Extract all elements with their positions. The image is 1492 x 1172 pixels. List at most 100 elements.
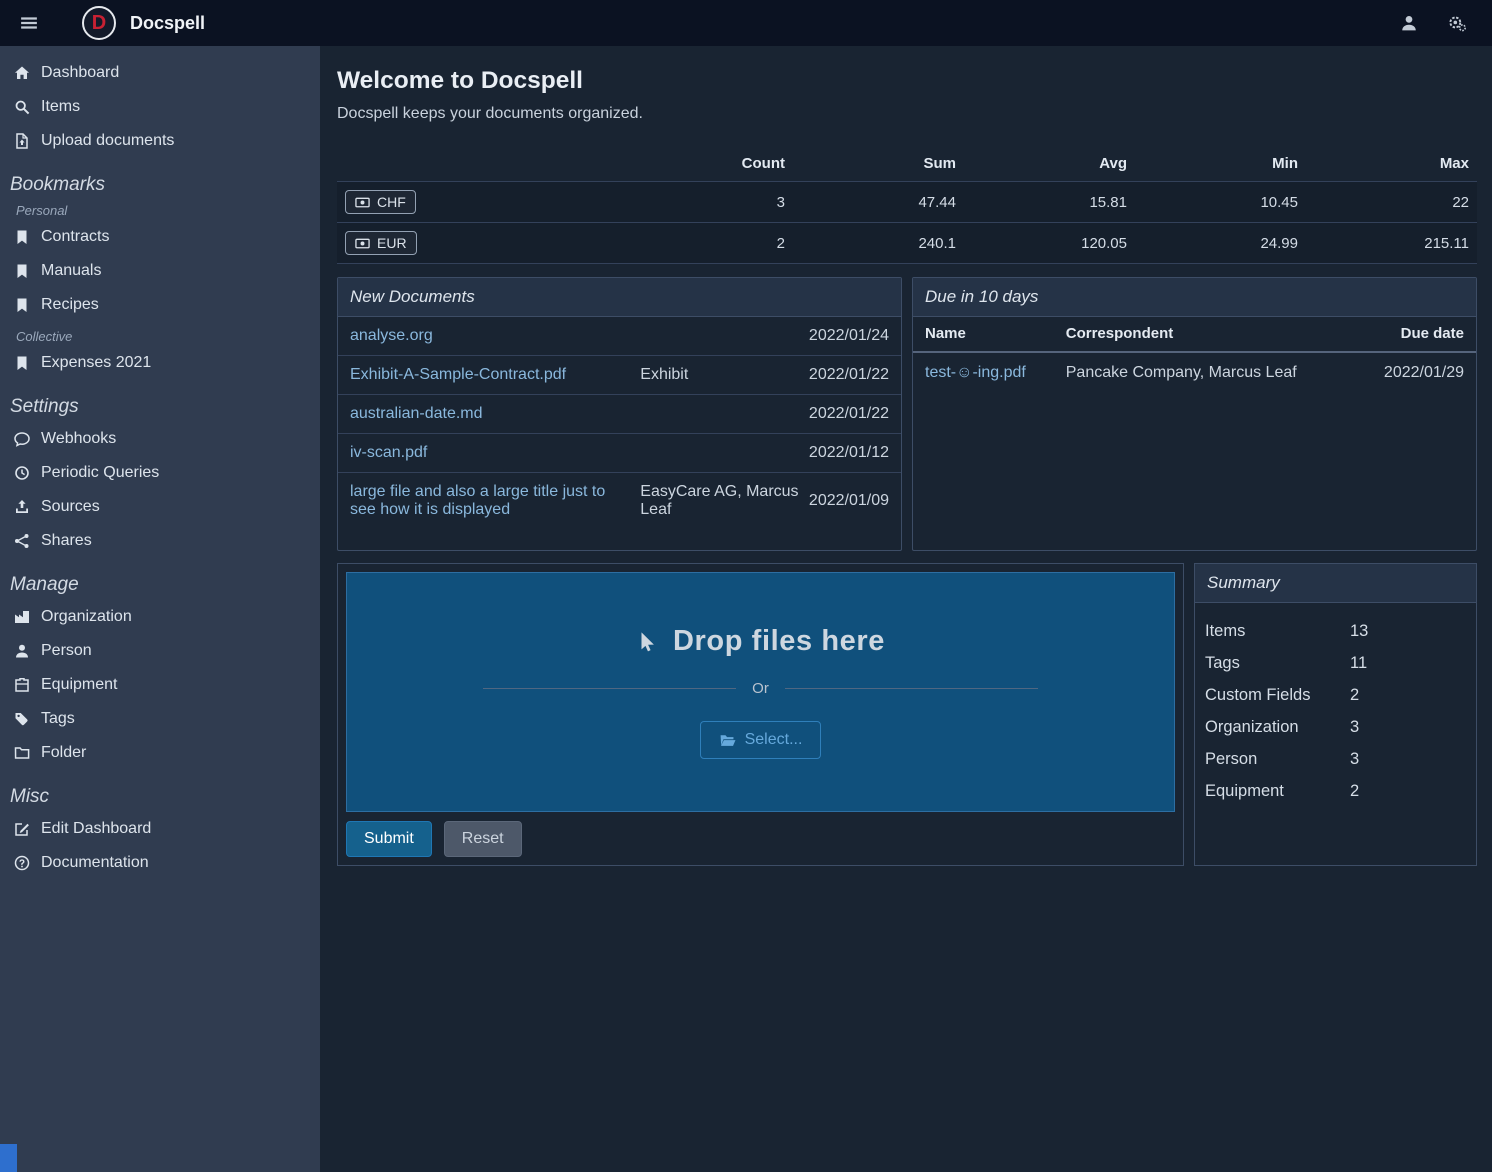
hamburger-icon: [20, 14, 38, 32]
new-documents-list: analyse.org 2022/01/24 Exhibit-A-Sample-…: [338, 317, 901, 529]
sidebar-item-webhooks[interactable]: Webhooks: [0, 422, 320, 456]
summary-row-person: Person 3: [1203, 743, 1468, 775]
document-link[interactable]: australian-date.md: [350, 405, 630, 423]
stat-count: 2: [622, 223, 793, 264]
sidebar-item-expenses-2021[interactable]: Expenses 2021: [0, 346, 320, 380]
due-panel: Due in 10 days Name Correspondent Due da…: [912, 277, 1477, 551]
summary-label: Organization: [1205, 711, 1350, 743]
currency-code: EUR: [377, 235, 407, 251]
comment-icon: [14, 431, 30, 447]
document-link[interactable]: analyse.org: [350, 327, 630, 345]
folder-open-icon: [719, 732, 736, 749]
summary-title: Summary: [1195, 564, 1476, 603]
document-link[interactable]: large file and also a large title just t…: [350, 483, 630, 519]
summary-list: Items 13 Tags 11 Custom Fields 2 Organ: [1195, 603, 1476, 819]
or-divider: Or: [483, 680, 1037, 697]
summary-value: 3: [1350, 743, 1359, 775]
topbar-right-group: [1394, 8, 1478, 38]
sidebar-item-label: Tags: [41, 710, 75, 728]
sidebar-item-sources[interactable]: Sources: [0, 490, 320, 524]
stats-col-min: Min: [1135, 149, 1306, 182]
sidebar-item-periodic-queries[interactable]: Periodic Queries: [0, 456, 320, 490]
sidebar-item-equipment[interactable]: Equipment: [0, 668, 320, 702]
sidebar-item-shares[interactable]: Shares: [0, 524, 320, 558]
due-col-name: Name: [913, 317, 1054, 352]
due-correspondent: Pancake Company, Marcus Leaf: [1054, 352, 1352, 393]
due-col-due-date: Due date: [1352, 317, 1476, 352]
sidebar-item-upload-documents[interactable]: Upload documents: [0, 124, 320, 158]
money-bill-icon: [355, 195, 370, 210]
document-row: iv-scan.pdf 2022/01/12: [338, 433, 901, 472]
due-panel-title: Due in 10 days: [913, 278, 1476, 317]
stats-header-row: Count Sum Avg Min Max: [337, 149, 1477, 182]
document-link[interactable]: Exhibit-A-Sample-Contract.pdf: [350, 366, 630, 384]
user-menu-button[interactable]: [1394, 8, 1424, 38]
sidebar-item-items[interactable]: Items: [0, 90, 320, 124]
stat-sum: 240.1: [793, 223, 964, 264]
sidebar-item-label: Webhooks: [41, 430, 116, 448]
home-icon: [14, 65, 30, 81]
reset-button[interactable]: Reset: [444, 821, 522, 857]
edit-icon: [14, 821, 30, 837]
document-row: Exhibit-A-Sample-Contract.pdf Exhibit 20…: [338, 355, 901, 394]
hamburger-menu-button[interactable]: [14, 8, 44, 38]
summary-value: 13: [1350, 615, 1368, 647]
due-header-row: Name Correspondent Due date: [913, 317, 1476, 352]
sidebar-item-folder[interactable]: Folder: [0, 736, 320, 770]
document-link[interactable]: iv-scan.pdf: [350, 444, 630, 462]
sidebar-item-tags[interactable]: Tags: [0, 702, 320, 736]
sidebar-item-organization[interactable]: Organization: [0, 600, 320, 634]
summary-label: Items: [1205, 615, 1350, 647]
summary-label: Equipment: [1205, 775, 1350, 807]
cursor-arrow-icon: [636, 630, 658, 654]
submit-button[interactable]: Submit: [346, 821, 432, 857]
sidebar-item-manuals[interactable]: Manuals: [0, 254, 320, 288]
sidebar-item-label: Person: [41, 642, 92, 660]
sidebar-item-dashboard[interactable]: Dashboard: [0, 56, 320, 90]
section-title-misc: Misc: [0, 786, 320, 808]
stat-min: 24.99: [1135, 223, 1306, 264]
document-date: 2022/01/09: [809, 492, 889, 510]
sidebar-item-recipes[interactable]: Recipes: [0, 288, 320, 322]
section-title-settings: Settings: [0, 396, 320, 418]
sidebar-item-person[interactable]: Person: [0, 634, 320, 668]
document-date: 2022/01/22: [809, 366, 889, 384]
summary-value: 3: [1350, 711, 1359, 743]
file-dropzone[interactable]: Drop files here Or Select...: [346, 572, 1175, 812]
sidebar-item-label: Recipes: [41, 296, 99, 314]
file-upload-icon: [14, 133, 30, 149]
due-row: test-☺-ing.pdf Pancake Company, Marcus L…: [913, 352, 1476, 393]
app-logo: D: [82, 6, 116, 40]
stat-avg: 15.81: [964, 182, 1135, 223]
settings-menu-button[interactable]: [1442, 8, 1472, 38]
summary-label: Tags: [1205, 647, 1350, 679]
stat-min: 10.45: [1135, 182, 1306, 223]
stats-col-count: Count: [622, 149, 793, 182]
document-date: 2022/01/12: [809, 444, 889, 462]
app-title: Docspell: [130, 13, 205, 34]
sidebar-item-documentation[interactable]: Documentation: [0, 846, 320, 880]
due-document-link[interactable]: test-☺-ing.pdf: [925, 364, 1026, 381]
sidebar-item-label: Periodic Queries: [41, 464, 159, 482]
sidebar-item-label: Organization: [41, 608, 132, 626]
page-subtitle: Docspell keeps your documents organized.: [337, 105, 1477, 123]
currency-stats-table: Count Sum Avg Min Max CHF 3 47.44: [337, 149, 1477, 264]
bookmark-icon: [14, 263, 30, 279]
industry-icon: [14, 609, 30, 625]
stats-row-chf: CHF 3 47.44 15.81 10.45 22: [337, 182, 1477, 223]
summary-row-items: Items 13: [1203, 615, 1468, 647]
stats-row-eur: EUR 2 240.1 120.05 24.99 215.11: [337, 223, 1477, 264]
topbar: D Docspell: [0, 0, 1492, 46]
sidebar-item-edit-dashboard[interactable]: Edit Dashboard: [0, 812, 320, 846]
document-info: EasyCare AG, Marcus Leaf: [640, 483, 799, 519]
select-files-button[interactable]: Select...: [700, 721, 822, 759]
stat-count: 3: [622, 182, 793, 223]
drop-label: Drop files here: [673, 625, 885, 658]
drop-title: Drop files here: [636, 625, 885, 658]
or-label: Or: [752, 680, 769, 697]
sidebar-item-label: Edit Dashboard: [41, 820, 151, 838]
main-content: Welcome to Docspell Docspell keeps your …: [320, 46, 1492, 1172]
sidebar-item-contracts[interactable]: Contracts: [0, 220, 320, 254]
sidebar-item-label: Dashboard: [41, 64, 119, 82]
sidebar: Dashboard Items Upload documents Bookmar…: [0, 46, 320, 1172]
